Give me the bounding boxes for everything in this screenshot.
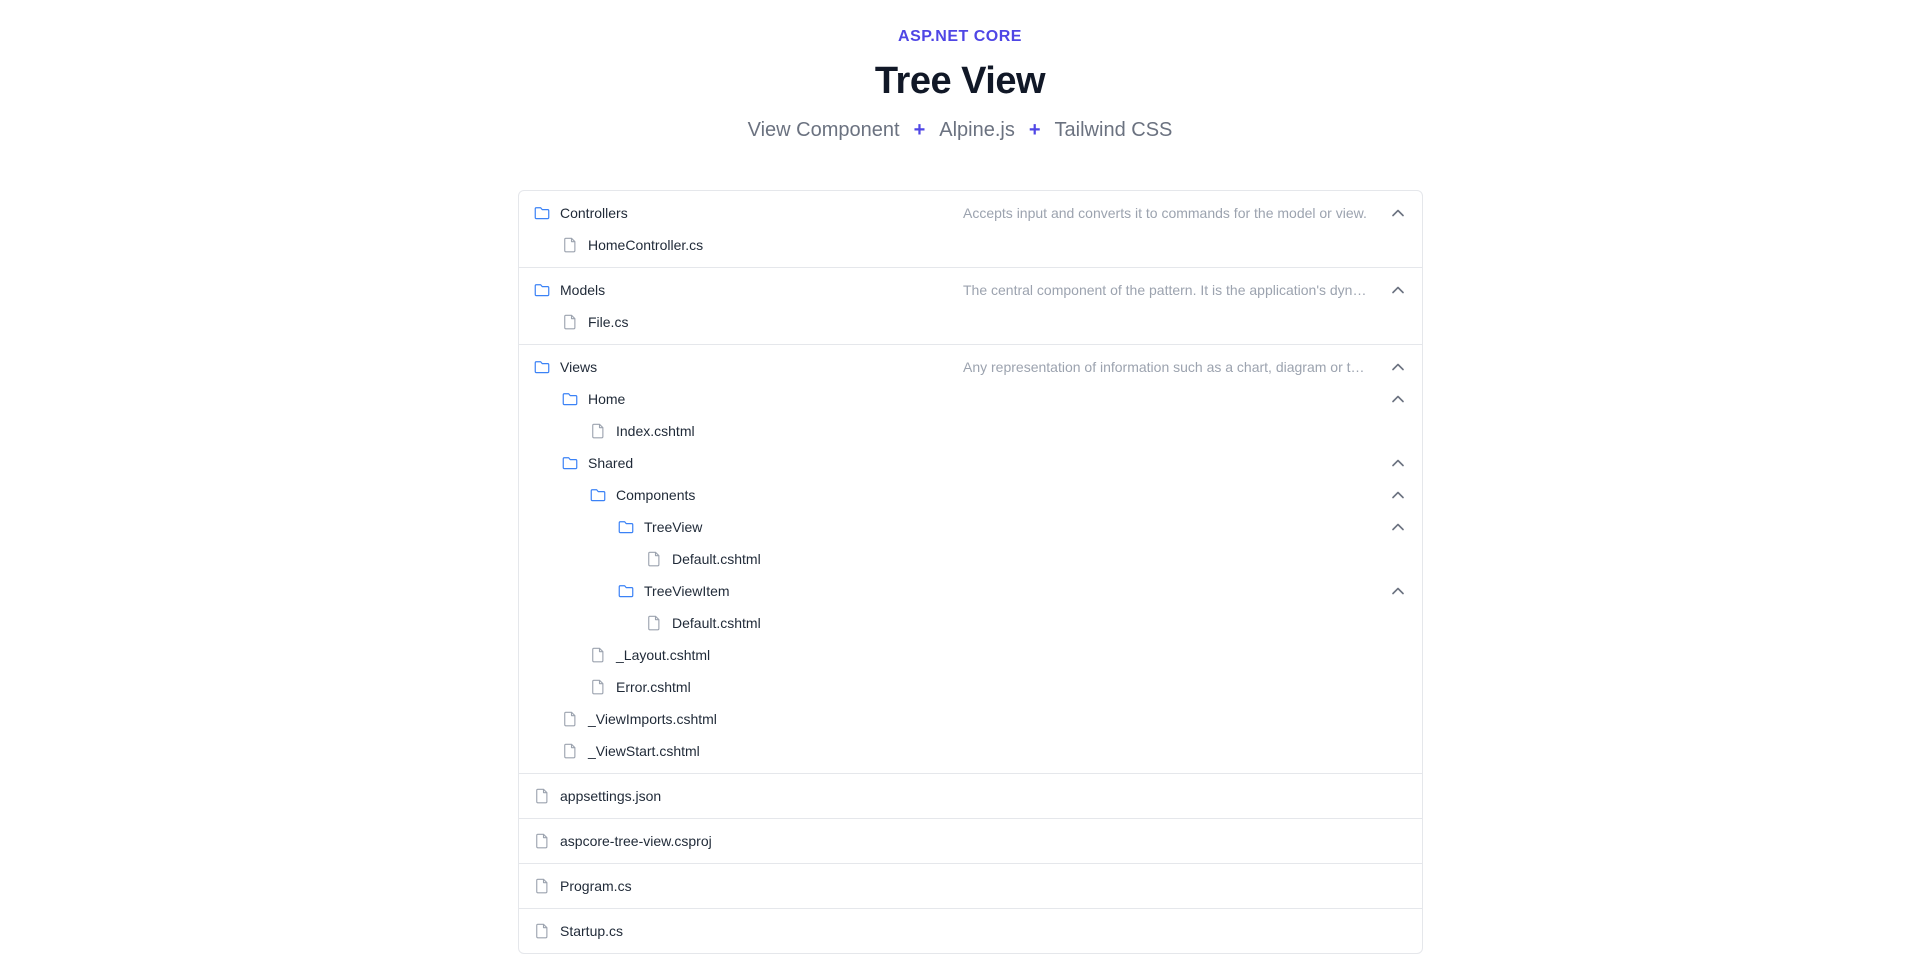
file-label: Error.cshtml bbox=[616, 679, 691, 695]
folder-description: Accepts input and converts it to command… bbox=[963, 205, 1367, 221]
file-icon bbox=[533, 832, 551, 850]
file-label: _Layout.cshtml bbox=[616, 647, 711, 663]
file-icon bbox=[533, 922, 551, 940]
subtitle: View Component + Alpine.js + Tailwind CSS bbox=[0, 116, 1920, 144]
tree-folder-controllers[interactable]: Controllers Accepts input and converts i… bbox=[519, 197, 1422, 229]
folder-label: Shared bbox=[588, 455, 634, 471]
page-title: Tree View bbox=[874, 60, 1046, 102]
tree-folder-components[interactable]: Components bbox=[519, 479, 1422, 511]
tree-file[interactable]: Startup.cs bbox=[519, 915, 1422, 947]
chevron-up-icon[interactable] bbox=[1390, 487, 1406, 503]
file-label: Startup.cs bbox=[560, 923, 624, 939]
file-label: Default.cshtml bbox=[672, 551, 761, 567]
file-label: Index.cshtml bbox=[616, 423, 695, 439]
tree-file[interactable]: _ViewImports.cshtml bbox=[519, 703, 1422, 735]
file-label: aspcore-tree-view.csproj bbox=[560, 833, 712, 849]
file-label: appsettings.json bbox=[560, 788, 662, 804]
tree-folder-treeviewitem[interactable]: TreeViewItem bbox=[519, 575, 1422, 607]
chevron-up-icon[interactable] bbox=[1390, 583, 1406, 599]
folder-icon bbox=[561, 390, 579, 408]
folder-icon bbox=[617, 518, 635, 536]
file-icon bbox=[645, 614, 663, 632]
plus-separator: + bbox=[913, 119, 926, 141]
folder-label: Home bbox=[588, 391, 626, 407]
file-label: _ViewImports.cshtml bbox=[588, 711, 717, 727]
file-icon bbox=[645, 550, 663, 568]
file-label: File.cs bbox=[588, 314, 629, 330]
tree-section-controllers: Controllers Accepts input and converts i… bbox=[519, 191, 1422, 267]
subtitle-part: Alpine.js bbox=[939, 119, 1015, 141]
tree-section-views: Views Any representation of information … bbox=[519, 344, 1422, 773]
file-icon bbox=[561, 236, 579, 254]
tree-section-models: Models The central component of the patt… bbox=[519, 267, 1422, 344]
tree-file[interactable]: aspcore-tree-view.csproj bbox=[519, 825, 1422, 857]
plus-separator: + bbox=[1028, 119, 1041, 141]
file-icon bbox=[561, 313, 579, 331]
tree-file[interactable]: _ViewStart.cshtml bbox=[519, 735, 1422, 767]
file-icon bbox=[533, 787, 551, 805]
tree-section-root-file: aspcore-tree-view.csproj bbox=[519, 818, 1422, 863]
folder-description: The central component of the pattern. It… bbox=[963, 282, 1371, 298]
folder-label: Views bbox=[560, 359, 598, 375]
folder-icon bbox=[589, 486, 607, 504]
file-icon bbox=[561, 710, 579, 728]
tree-file[interactable]: Index.cshtml bbox=[519, 415, 1422, 447]
folder-icon bbox=[617, 582, 635, 600]
tree-view: Controllers Accepts input and converts i… bbox=[518, 190, 1423, 954]
tree-folder-shared[interactable]: Shared bbox=[519, 447, 1422, 479]
file-icon bbox=[533, 877, 551, 895]
chevron-up-icon[interactable] bbox=[1390, 519, 1406, 535]
folder-icon bbox=[561, 454, 579, 472]
tree-section-root-file: appsettings.json bbox=[519, 773, 1422, 818]
subtitle-part: View Component bbox=[747, 119, 900, 141]
chevron-up-icon[interactable] bbox=[1390, 391, 1406, 407]
folder-icon bbox=[533, 281, 551, 299]
file-label: _ViewStart.cshtml bbox=[588, 743, 700, 759]
tree-folder-models[interactable]: Models The central component of the patt… bbox=[519, 274, 1422, 306]
folder-label: Models bbox=[560, 282, 606, 298]
file-label: HomeController.cs bbox=[588, 237, 704, 253]
chevron-up-icon[interactable] bbox=[1390, 205, 1406, 221]
page-header: ASP.NET CORE Tree View View Component + Al… bbox=[0, 0, 1920, 144]
folder-icon bbox=[533, 204, 551, 222]
tree-file[interactable]: Program.cs bbox=[519, 870, 1422, 902]
tree-file[interactable]: Error.cshtml bbox=[519, 671, 1422, 703]
file-icon bbox=[589, 678, 607, 696]
tree-section-root-file: Program.cs bbox=[519, 863, 1422, 908]
folder-icon bbox=[533, 358, 551, 376]
tree-section-root-file: Startup.cs bbox=[519, 908, 1422, 953]
folder-label: TreeViewItem bbox=[644, 583, 730, 599]
tree-folder-views[interactable]: Views Any representation of information … bbox=[519, 351, 1422, 383]
folder-description: Any representation of information such a… bbox=[963, 359, 1371, 375]
file-icon bbox=[589, 646, 607, 664]
file-label: Default.cshtml bbox=[672, 615, 761, 631]
tree-file[interactable]: HomeController.cs bbox=[519, 229, 1422, 261]
file-icon bbox=[589, 422, 607, 440]
tree-file[interactable]: Default.cshtml bbox=[519, 607, 1422, 639]
tree-file[interactable]: Default.cshtml bbox=[519, 543, 1422, 575]
chevron-up-icon[interactable] bbox=[1390, 455, 1406, 471]
tree-file[interactable]: _Layout.cshtml bbox=[519, 639, 1422, 671]
folder-label: Controllers bbox=[560, 205, 628, 221]
chevron-up-icon[interactable] bbox=[1390, 282, 1406, 298]
file-icon bbox=[561, 742, 579, 760]
tree-folder-home[interactable]: Home bbox=[519, 383, 1422, 415]
eyebrow-label: ASP.NET CORE bbox=[898, 28, 1022, 45]
tree-folder-treeview[interactable]: TreeView bbox=[519, 511, 1422, 543]
tree-file[interactable]: appsettings.json bbox=[519, 780, 1422, 812]
folder-label: TreeView bbox=[644, 519, 703, 535]
folder-label: Components bbox=[616, 487, 696, 503]
tree-file[interactable]: File.cs bbox=[519, 306, 1422, 338]
file-label: Program.cs bbox=[560, 878, 632, 894]
chevron-up-icon[interactable] bbox=[1390, 359, 1406, 375]
subtitle-part: Tailwind CSS bbox=[1054, 119, 1173, 141]
